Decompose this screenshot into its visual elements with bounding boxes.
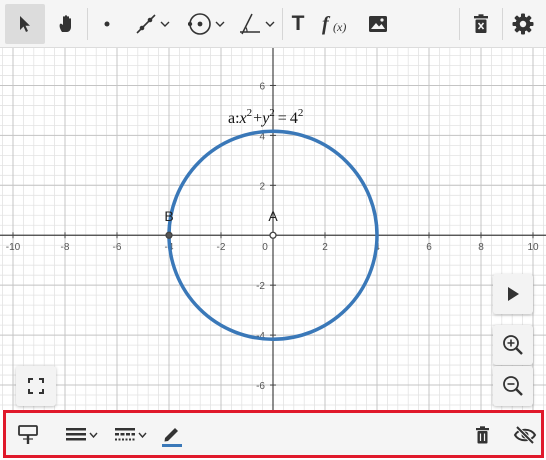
trash-icon xyxy=(476,426,489,444)
svg-text:f: f xyxy=(322,13,331,35)
toolbar-separator xyxy=(502,8,503,40)
zoom-out-button[interactable] xyxy=(493,366,533,406)
x-tick-label: 0 xyxy=(262,242,268,253)
svg-text:(x): (x) xyxy=(333,20,346,34)
coordinate-plane[interactable]: -10 -8 -6 -4 -2 0 2 4 6 8 10 642-2-4-6 AB a:x2+y2 =… xyxy=(0,48,546,410)
zoom-out-icon xyxy=(503,376,523,396)
function-tool-button[interactable]: f (x) xyxy=(320,4,354,44)
chevron-down-icon xyxy=(265,21,274,27)
x-tick-label: -10 xyxy=(6,242,21,253)
y-tick-label: 2 xyxy=(259,181,265,192)
y-tick-label: -6 xyxy=(256,381,265,392)
circle-icon xyxy=(187,13,211,35)
gear-icon xyxy=(512,13,534,35)
zoom-in-icon xyxy=(503,335,523,355)
pointer-icon xyxy=(20,16,30,32)
point-label-b: B xyxy=(164,208,173,224)
main-toolbar: T f (x) xyxy=(0,0,546,48)
line-style-icon xyxy=(115,428,135,441)
line-icon xyxy=(135,14,156,34)
y-tick-label: -2 xyxy=(256,281,265,292)
axes xyxy=(0,48,546,410)
point-tool-button[interactable] xyxy=(90,4,124,44)
text-icon: T xyxy=(291,12,305,35)
angle-tool-button[interactable] xyxy=(234,4,278,44)
angle-icon xyxy=(239,13,260,35)
line-thickness-button[interactable] xyxy=(65,423,98,447)
eye-off-icon xyxy=(513,425,537,445)
x-tick-label: 10 xyxy=(527,242,539,253)
x-tick-label: -8 xyxy=(61,242,70,253)
x-tick-label: 8 xyxy=(478,242,484,253)
chevron-down-icon xyxy=(138,432,147,438)
clear-all-button[interactable] xyxy=(466,4,496,44)
image-icon xyxy=(369,16,387,32)
text-tool-button[interactable]: T xyxy=(284,4,312,44)
play-button[interactable] xyxy=(493,274,533,314)
fullscreen-button[interactable] xyxy=(16,366,56,406)
graphing-canvas[interactable]: -10 -8 -6 -4 -2 0 2 4 6 8 10 6 4 2 -2 -4 -6 AB a:x2+y2 =… xyxy=(0,48,546,410)
hand-icon xyxy=(59,15,71,32)
line-thickness-icon xyxy=(66,428,86,441)
color-button[interactable] xyxy=(160,423,184,447)
point-icon xyxy=(104,21,110,27)
trash-x-icon xyxy=(474,14,488,33)
toolbar-separator xyxy=(87,8,88,40)
style-bar xyxy=(3,410,544,458)
chevron-down-icon xyxy=(89,432,98,438)
x-tick-label: 2 xyxy=(322,242,328,253)
point-style-icon xyxy=(18,425,38,444)
delete-button[interactable] xyxy=(475,423,490,447)
zoom-in-button[interactable] xyxy=(493,325,533,365)
play-icon xyxy=(508,287,519,301)
select-tool-button[interactable] xyxy=(5,4,45,44)
line-style-button[interactable] xyxy=(114,423,147,447)
chevron-down-icon xyxy=(160,21,169,27)
image-tool-button[interactable] xyxy=(363,4,393,44)
point-label-a: A xyxy=(268,208,278,224)
pen-icon xyxy=(162,428,182,447)
x-tick-label: -2 xyxy=(217,242,226,253)
visibility-toggle-button[interactable] xyxy=(513,423,537,447)
fullscreen-icon xyxy=(28,378,44,394)
toolbar-separator xyxy=(282,8,283,40)
function-icon: f (x) xyxy=(322,13,346,35)
x-tick-label: 6 xyxy=(426,242,432,253)
point-a[interactable] xyxy=(269,231,277,239)
settings-button[interactable] xyxy=(507,4,539,44)
pan-tool-button[interactable] xyxy=(46,4,86,44)
circle-equation-label[interactable]: a:x2+y2 = 42 xyxy=(228,107,303,127)
chevron-down-icon xyxy=(215,21,224,27)
toolbar-separator xyxy=(459,8,460,40)
x-tick-label: -6 xyxy=(113,242,122,253)
line-tool-button[interactable] xyxy=(128,4,176,44)
point-style-button[interactable] xyxy=(17,423,39,447)
point-b[interactable] xyxy=(165,231,173,239)
y-tick-label: 6 xyxy=(259,81,265,92)
circle-tool-button[interactable] xyxy=(183,4,229,44)
